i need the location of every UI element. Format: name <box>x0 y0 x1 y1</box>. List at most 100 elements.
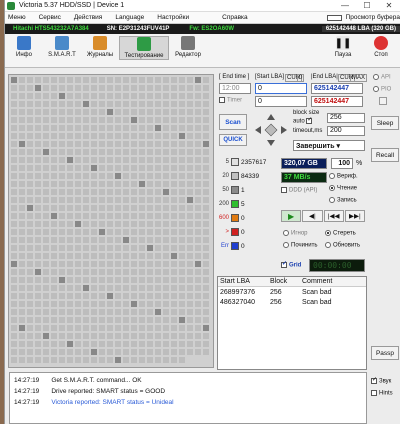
start-cur-value[interactable]: 0 <box>297 74 305 82</box>
scan-block-cell <box>147 141 153 147</box>
scan-block-cell <box>43 277 49 283</box>
pio-radio[interactable]: PIO <box>373 86 391 93</box>
back-button[interactable]: ◀| <box>302 210 323 222</box>
toolbar-pause-button[interactable]: ❚❚ Пауза <box>324 36 362 58</box>
hints-checkbox[interactable]: Hints <box>371 390 393 397</box>
menu-item[interactable]: Language <box>112 14 154 21</box>
buffer-view-checkbox[interactable] <box>326 14 342 21</box>
play-button[interactable]: ▶ <box>281 210 302 222</box>
toolbar-info-button[interactable]: Инфо <box>5 36 43 58</box>
scan-block-cell <box>99 85 105 91</box>
read-radio[interactable]: Чтение <box>329 185 357 192</box>
scan-block-cell <box>19 101 25 107</box>
skip-end-button[interactable]: ▶▶| <box>344 210 365 222</box>
toolbar-editor-button[interactable]: Редактор <box>169 36 207 58</box>
menu-item[interactable]: Справка <box>219 14 258 21</box>
toolbar-test-button[interactable]: Тестирование <box>119 36 169 60</box>
scan-block-cell <box>19 325 25 331</box>
sleep-button[interactable]: Sleep <box>371 116 399 130</box>
auto-checkbox[interactable] <box>306 116 312 124</box>
refresh-radio[interactable]: Обновить <box>325 242 360 249</box>
table-row[interactable]: 268997376 256 Scan bad <box>218 287 366 297</box>
grid-checkbox[interactable]: Grid <box>281 260 301 269</box>
scan-block-cell <box>131 197 137 203</box>
menu-item[interactable]: Меню <box>5 14 36 21</box>
small-button[interactable] <box>379 97 387 105</box>
api-radio[interactable]: API <box>373 74 391 81</box>
scan-block-cell <box>59 325 65 331</box>
end-lba-field-2[interactable]: 625142447 <box>311 96 363 107</box>
toolbar-stop-button[interactable]: Стоп <box>362 36 400 58</box>
scan-block-cell <box>123 341 129 347</box>
scan-block-cell <box>35 165 41 171</box>
scan-block-cell <box>83 309 89 315</box>
scan-block-cell <box>179 109 185 115</box>
scan-block-cell <box>195 85 201 91</box>
skip-back-button[interactable]: |◀◀ <box>323 210 344 222</box>
menu-item[interactable]: Действия <box>71 14 112 21</box>
scan-block-cell <box>203 293 209 299</box>
max-button[interactable]: MAX <box>350 74 368 82</box>
start-lba-field[interactable]: 0 <box>255 83 307 94</box>
scan-block-cell <box>163 293 169 299</box>
verify-radio[interactable]: Вериф. <box>329 173 358 180</box>
scan-block-cell <box>139 317 145 323</box>
scan-block-cell <box>203 125 209 131</box>
scan-block-cell <box>67 93 73 99</box>
scan-button[interactable]: Scan <box>219 114 247 130</box>
end-lba-field[interactable]: 625142447 <box>311 83 363 94</box>
menu-item[interactable]: Настройки <box>154 14 199 21</box>
drive-info-bar: Hitachi HTS543232A7A384 SN: E2P31243FUV4… <box>5 24 400 34</box>
sound-checkbox[interactable]: Звук <box>371 376 391 385</box>
menu-item[interactable]: Сервис <box>36 14 71 21</box>
end-time-field[interactable]: 12:00 <box>219 83 251 94</box>
log-row: 14:27:19 Get S.M.A.R.T. command... OK <box>14 377 142 384</box>
scan-block-cell <box>139 93 145 99</box>
scan-block-cell <box>59 237 65 243</box>
fix-radio[interactable]: Починить <box>283 242 318 249</box>
maximize-icon[interactable]: ☐ <box>356 1 378 10</box>
passp-button[interactable]: Passp <box>371 346 399 360</box>
scan-block-cell <box>83 93 89 99</box>
scan-block-cell <box>171 205 177 211</box>
table-row[interactable]: 486327040 256 Scan bad <box>218 297 366 307</box>
scan-block-cell <box>67 261 73 267</box>
erase-radio[interactable]: Стереть <box>325 230 356 237</box>
block-size-select[interactable]: 256 <box>327 113 365 123</box>
scan-block-cell <box>83 269 89 275</box>
scan-block-cell <box>171 349 177 355</box>
scan-block-cell <box>147 357 153 363</box>
seek-direction-pad[interactable] <box>253 112 289 148</box>
scan-block-cell <box>107 85 113 91</box>
scan-block-cell <box>107 149 113 155</box>
timeout-select[interactable]: 200 <box>327 126 365 136</box>
scan-block-cell <box>75 357 81 363</box>
scan-block-cell <box>123 253 129 259</box>
scan-block-cell <box>139 333 145 339</box>
timer-checkbox-row[interactable]: Timer <box>219 97 242 104</box>
scan-block-cell <box>147 277 153 283</box>
scan-block-cell <box>147 85 153 91</box>
scan-block-cell <box>51 341 57 347</box>
scan-block-cell <box>115 341 121 347</box>
scan-block-cell <box>195 229 201 235</box>
recall-button[interactable]: Recall <box>371 148 399 162</box>
scan-block-cell <box>91 77 97 83</box>
ignore-radio[interactable]: Игнор <box>283 230 308 237</box>
quick-button[interactable]: QUICK <box>219 134 247 146</box>
block-size-label: block size <box>293 110 320 116</box>
toolbar-journal-button[interactable]: Журналы <box>81 36 119 58</box>
timer-checkbox[interactable] <box>219 97 225 103</box>
ddd-checkbox[interactable]: DDD (API) <box>281 187 317 194</box>
end-action-select[interactable]: Завершить ▾ <box>293 140 365 151</box>
write-radio[interactable]: Запись <box>329 197 357 204</box>
scan-block-cell <box>99 261 105 267</box>
toolbar-smart-button[interactable]: S.M.A.R.T <box>43 36 81 58</box>
timer-field[interactable]: 0 <box>255 96 307 107</box>
minimize-icon[interactable]: — <box>334 1 356 10</box>
close-icon[interactable]: ✕ <box>378 1 400 10</box>
scan-block-cell <box>195 341 201 347</box>
scan-block-cell <box>27 141 33 147</box>
scan-block-cell <box>123 133 129 139</box>
scan-block-cell <box>27 349 33 355</box>
